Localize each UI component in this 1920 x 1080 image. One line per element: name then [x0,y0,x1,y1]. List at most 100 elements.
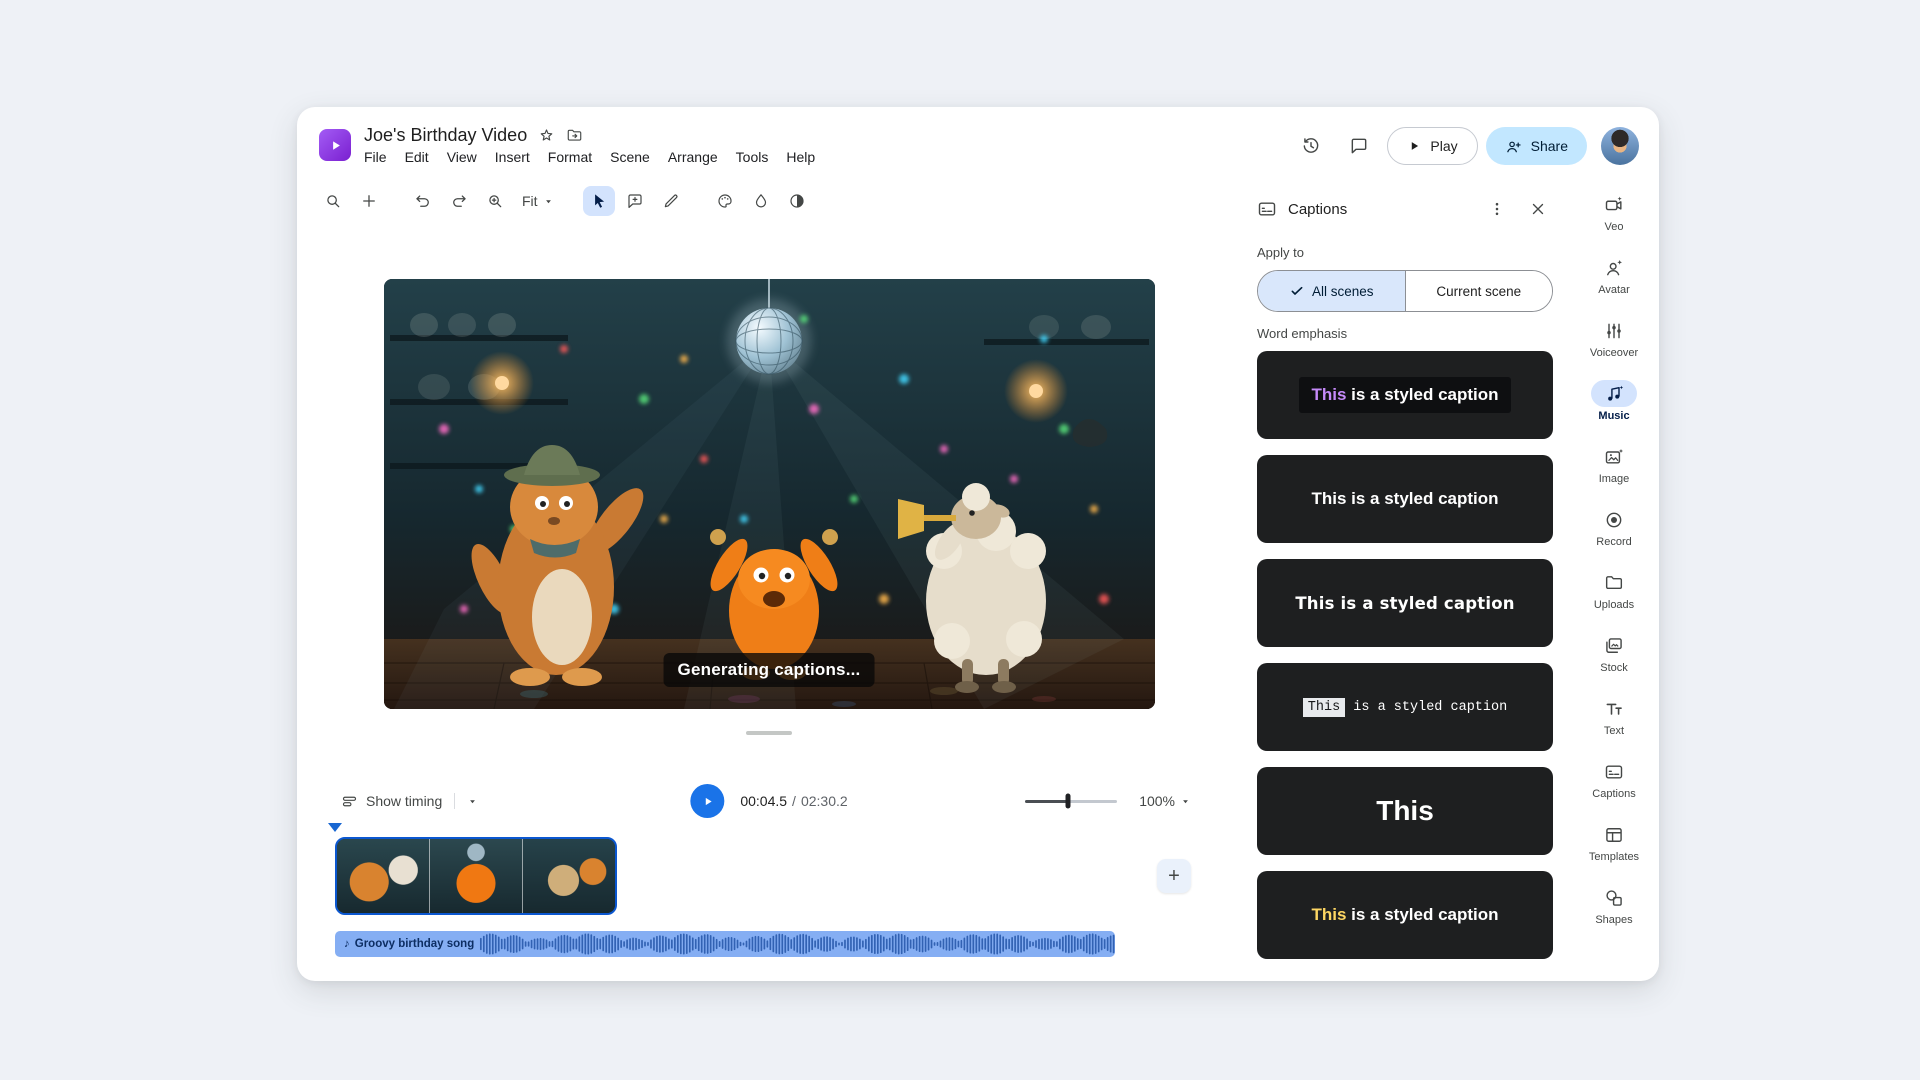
menu-help[interactable]: Help [777,147,824,167]
fit-label: Fit [522,193,538,209]
music-icon [1591,380,1637,407]
move-folder-icon[interactable] [566,127,583,144]
generating-captions-overlay: Generating captions... [664,653,875,687]
video-clip-selected[interactable] [335,837,617,915]
playhead-marker[interactable] [328,823,342,832]
apply-to-label: Apply to [1257,245,1553,260]
avatar-icon [1591,254,1637,281]
menu-edit[interactable]: Edit [396,147,438,167]
share-button[interactable]: Share [1486,127,1587,165]
caption-style-card-purple[interactable]: This is a styled caption [1257,351,1553,439]
caption-style-list: This is a styled caption This is a style… [1257,351,1553,959]
caption-style-card-yellow[interactable]: This is a styled caption [1257,871,1553,959]
kebab-menu-icon [1488,200,1506,218]
share-button-label: Share [1531,138,1568,154]
chevron-down-icon [1180,796,1191,807]
fit-zoom-dropdown[interactable]: Fit [515,186,561,216]
background-blur-button[interactable] [745,186,777,216]
contrast-button[interactable] [781,186,813,216]
star-icon[interactable] [538,127,555,144]
play-button-label: Play [1430,138,1457,154]
comments-button[interactable] [1339,126,1379,166]
templates-icon [1591,821,1637,848]
rail-label: Templates [1589,851,1639,863]
sidebar-item-text[interactable]: Text [1576,695,1652,737]
rail-label: Shapes [1595,914,1632,926]
captions-panel: Captions Apply to All scenes Current sce… [1241,179,1569,981]
theme-colors-button[interactable] [709,186,741,216]
slider-handle[interactable] [1065,794,1070,809]
current-time: 00:04.5 [740,793,787,809]
search-icon [324,192,342,210]
caption-style-sample: This [1376,795,1434,827]
total-time: 02:30.2 [801,793,848,809]
panel-menu-button[interactable] [1482,194,1512,224]
add-comment-button[interactable] [619,186,651,216]
undo-button[interactable] [407,186,439,216]
sidebar-item-image[interactable]: Image [1576,443,1652,485]
add-scene-toolbar-button[interactable] [353,186,385,216]
timeline-zoom-slider[interactable] [1025,800,1117,803]
history-icon [1301,136,1321,156]
preview-resize-handle[interactable] [746,731,792,735]
music-note-icon: ♪ [344,938,350,950]
sidebar-item-uploads[interactable]: Uploads [1576,569,1652,611]
video-preview[interactable]: Generating captions... [384,279,1155,709]
segment-current-scene[interactable]: Current scene [1405,271,1553,311]
undo-icon [414,192,432,210]
audio-track[interactable]: ♪ Groovy birthday song [335,931,1115,957]
add-scene-button[interactable]: + [1157,859,1191,893]
pen-tool-button[interactable] [655,186,687,216]
rail-label: Record [1596,536,1631,548]
caption-style-sample: This is a styled caption [1299,377,1510,413]
redo-icon [450,192,468,210]
clip-thumbnail [522,839,615,913]
menu-arrange[interactable]: Arrange [659,147,727,167]
zoom-tool-button[interactable] [317,186,349,216]
vids-logo[interactable] [319,129,351,161]
voiceover-icon [1591,317,1637,344]
word-emphasis-label: Word emphasis [1257,326,1553,341]
segment-all-scenes[interactable]: All scenes [1258,271,1405,311]
menu-format[interactable]: Format [539,147,601,167]
clip-thumbnail [429,839,522,913]
document-title[interactable]: Joe's Birthday Video [364,125,527,146]
sidebar-item-stock[interactable]: Stock [1576,632,1652,674]
caption-style-card-sans[interactable]: This is a styled caption [1257,455,1553,543]
play-button[interactable]: Play [1387,127,1477,165]
sidebar-item-shapes[interactable]: Shapes [1576,884,1652,926]
timeline-play-button[interactable] [690,784,724,818]
sidebar-item-avatar[interactable]: Avatar [1576,254,1652,296]
caption-style-card-alt[interactable]: This is a styled caption [1257,559,1553,647]
sidebar-item-captions[interactable]: Captions [1576,758,1652,800]
select-tool-button[interactable] [583,186,615,216]
zoom-value: 100% [1139,793,1175,809]
app-header: Joe's Birthday Video FileEditViewInsertF… [297,107,1659,179]
person-add-icon [1505,138,1522,155]
caption-style-card-mono[interactable]: This is a styled caption [1257,663,1553,751]
droplet-icon [752,192,770,210]
sidebar-item-veo[interactable]: Veo [1576,191,1652,233]
menu-file[interactable]: File [355,147,396,167]
sidebar-item-voiceover[interactable]: Voiceover [1576,317,1652,359]
redo-button[interactable] [443,186,475,216]
rail-label: Text [1604,725,1624,737]
show-timing-toggle[interactable]: Show timing [341,793,478,810]
menu-bar: FileEditViewInsertFormatSceneArrangeTool… [355,147,824,167]
rail-label: Avatar [1598,284,1630,296]
menu-scene[interactable]: Scene [601,147,659,167]
sidebar-item-music[interactable]: Music [1576,380,1652,422]
caption-style-card-big[interactable]: This [1257,767,1553,855]
sidebar-item-record[interactable]: Record [1576,506,1652,548]
menu-tools[interactable]: Tools [727,147,778,167]
sidebar-item-templates[interactable]: Templates [1576,821,1652,863]
menu-view[interactable]: View [438,147,486,167]
menu-insert[interactable]: Insert [486,147,539,167]
zoom-in-button[interactable] [479,186,511,216]
transport-bar: Show timing 00:04.5/02:30.2 [297,781,1241,821]
panel-close-button[interactable] [1523,194,1553,224]
avatar[interactable] [1601,127,1639,165]
version-history-button[interactable] [1291,126,1331,166]
show-timing-label: Show timing [366,793,442,809]
timeline-zoom-dropdown[interactable]: 100% [1133,792,1197,810]
